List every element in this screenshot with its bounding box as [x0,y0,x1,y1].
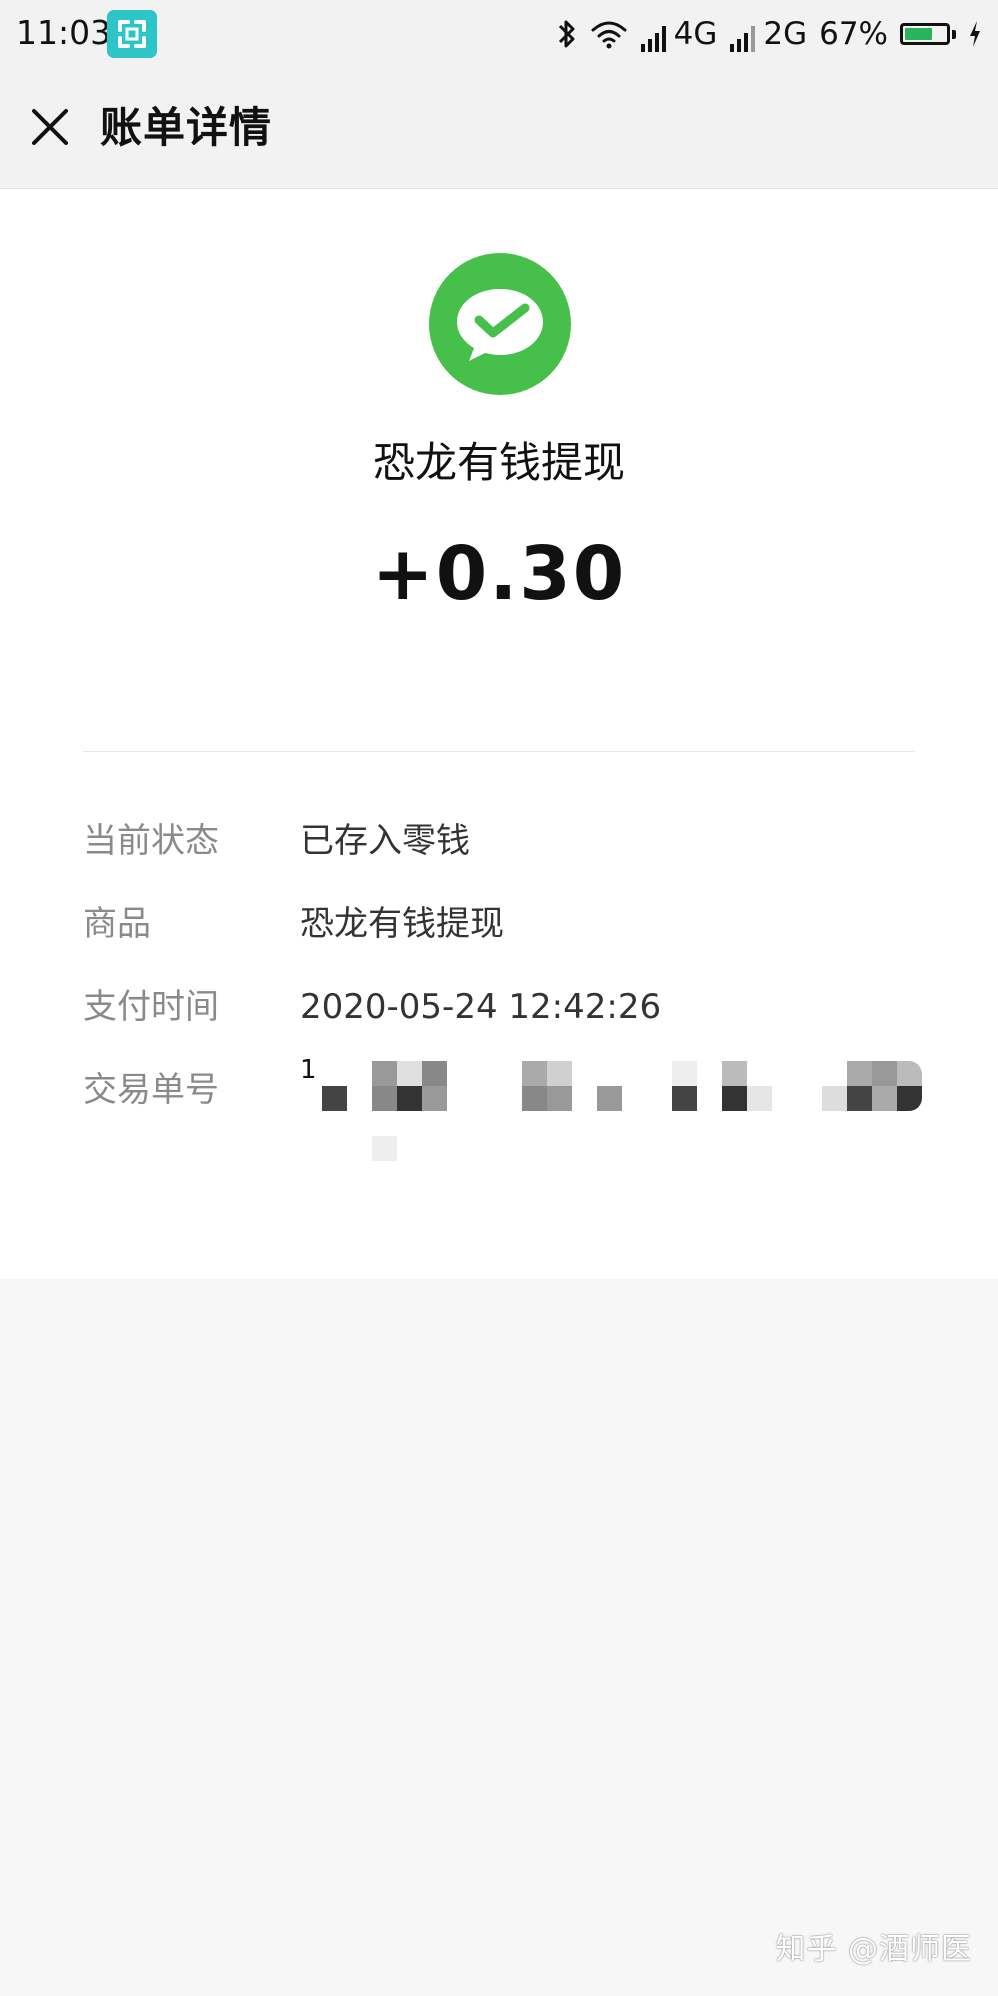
mosaic-block [397,1061,422,1086]
watermark: 知乎 @酒师医 [775,1932,972,1967]
mosaic-block [372,1136,397,1161]
close-button[interactable] [26,103,74,151]
mosaic-block [897,1061,922,1086]
mosaic-block [372,1086,397,1111]
mosaic-block [897,1086,922,1111]
status-bar: 11:03 4G 2G 67% [0,0,998,70]
order-number-visible: 1 [300,1055,317,1085]
wifi-icon [590,19,628,49]
mosaic-block [672,1086,697,1111]
status-value: 已存入零钱 [300,821,470,861]
mosaic-block [322,1086,347,1111]
divider [83,751,915,752]
mosaic-block [722,1061,747,1086]
merchant-name: 恐龙有钱提现 [372,438,625,487]
mosaic-block [872,1061,897,1086]
detail-row-order: 交易单号 1 [83,1055,922,1161]
mosaic-block [597,1086,622,1111]
mosaic-block [547,1086,572,1111]
mosaic-block [672,1061,697,1086]
detail-row-item: 商品 恐龙有钱提现 [83,894,915,954]
detail-row-status: 当前状态 已存入零钱 [83,811,915,871]
page-title: 账单详情 [100,103,273,152]
time-value: 2020-05-24 12:42:26 [300,987,662,1027]
network-2g: 2G [763,16,808,52]
battery-icon [900,23,956,45]
time-label: 支付时间 [83,987,219,1027]
bluetooth-icon [556,17,578,51]
detail-row-time: 支付时间 2020-05-24 12:42:26 [83,977,915,1037]
transaction-amount: +0.30 [371,531,627,617]
signal-icon [729,24,759,52]
wechat-pay-icon [429,253,571,395]
mosaic-block [747,1086,772,1111]
signal-icon [640,24,670,52]
battery-percent: 67% [819,16,888,52]
order-number-redacted[interactable]: 1 [300,1055,922,1170]
close-icon [32,109,68,145]
mosaic-block [822,1086,847,1111]
status-label: 当前状态 [83,821,219,861]
network-4g: 4G [673,16,718,52]
mosaic-block [522,1086,547,1111]
order-label: 交易单号 [83,1070,219,1110]
mosaic-block [522,1061,547,1086]
item-label: 商品 [83,904,151,944]
item-value: 恐龙有钱提现 [300,904,504,944]
mosaic-block [547,1061,572,1086]
bill-detail-card: 恐龙有钱提现 +0.30 当前状态 已存入零钱 商品 恐龙有钱提现 支付时间 2… [0,189,998,1279]
mosaic-block [872,1086,897,1111]
nav-bar: 账单详情 [0,70,998,189]
mosaic-block [397,1086,422,1111]
mosaic-block [422,1061,447,1086]
status-time: 11:03 [16,13,112,52]
screen-capture-icon [107,10,157,58]
mosaic-block [422,1086,447,1111]
status-icons: 4G 2G 67% [556,10,982,58]
mosaic-block [372,1061,397,1086]
charging-icon [968,20,982,48]
mosaic-block [847,1086,872,1111]
mosaic-block [722,1086,747,1111]
mosaic-block [847,1061,872,1086]
battery-fill [905,28,932,40]
